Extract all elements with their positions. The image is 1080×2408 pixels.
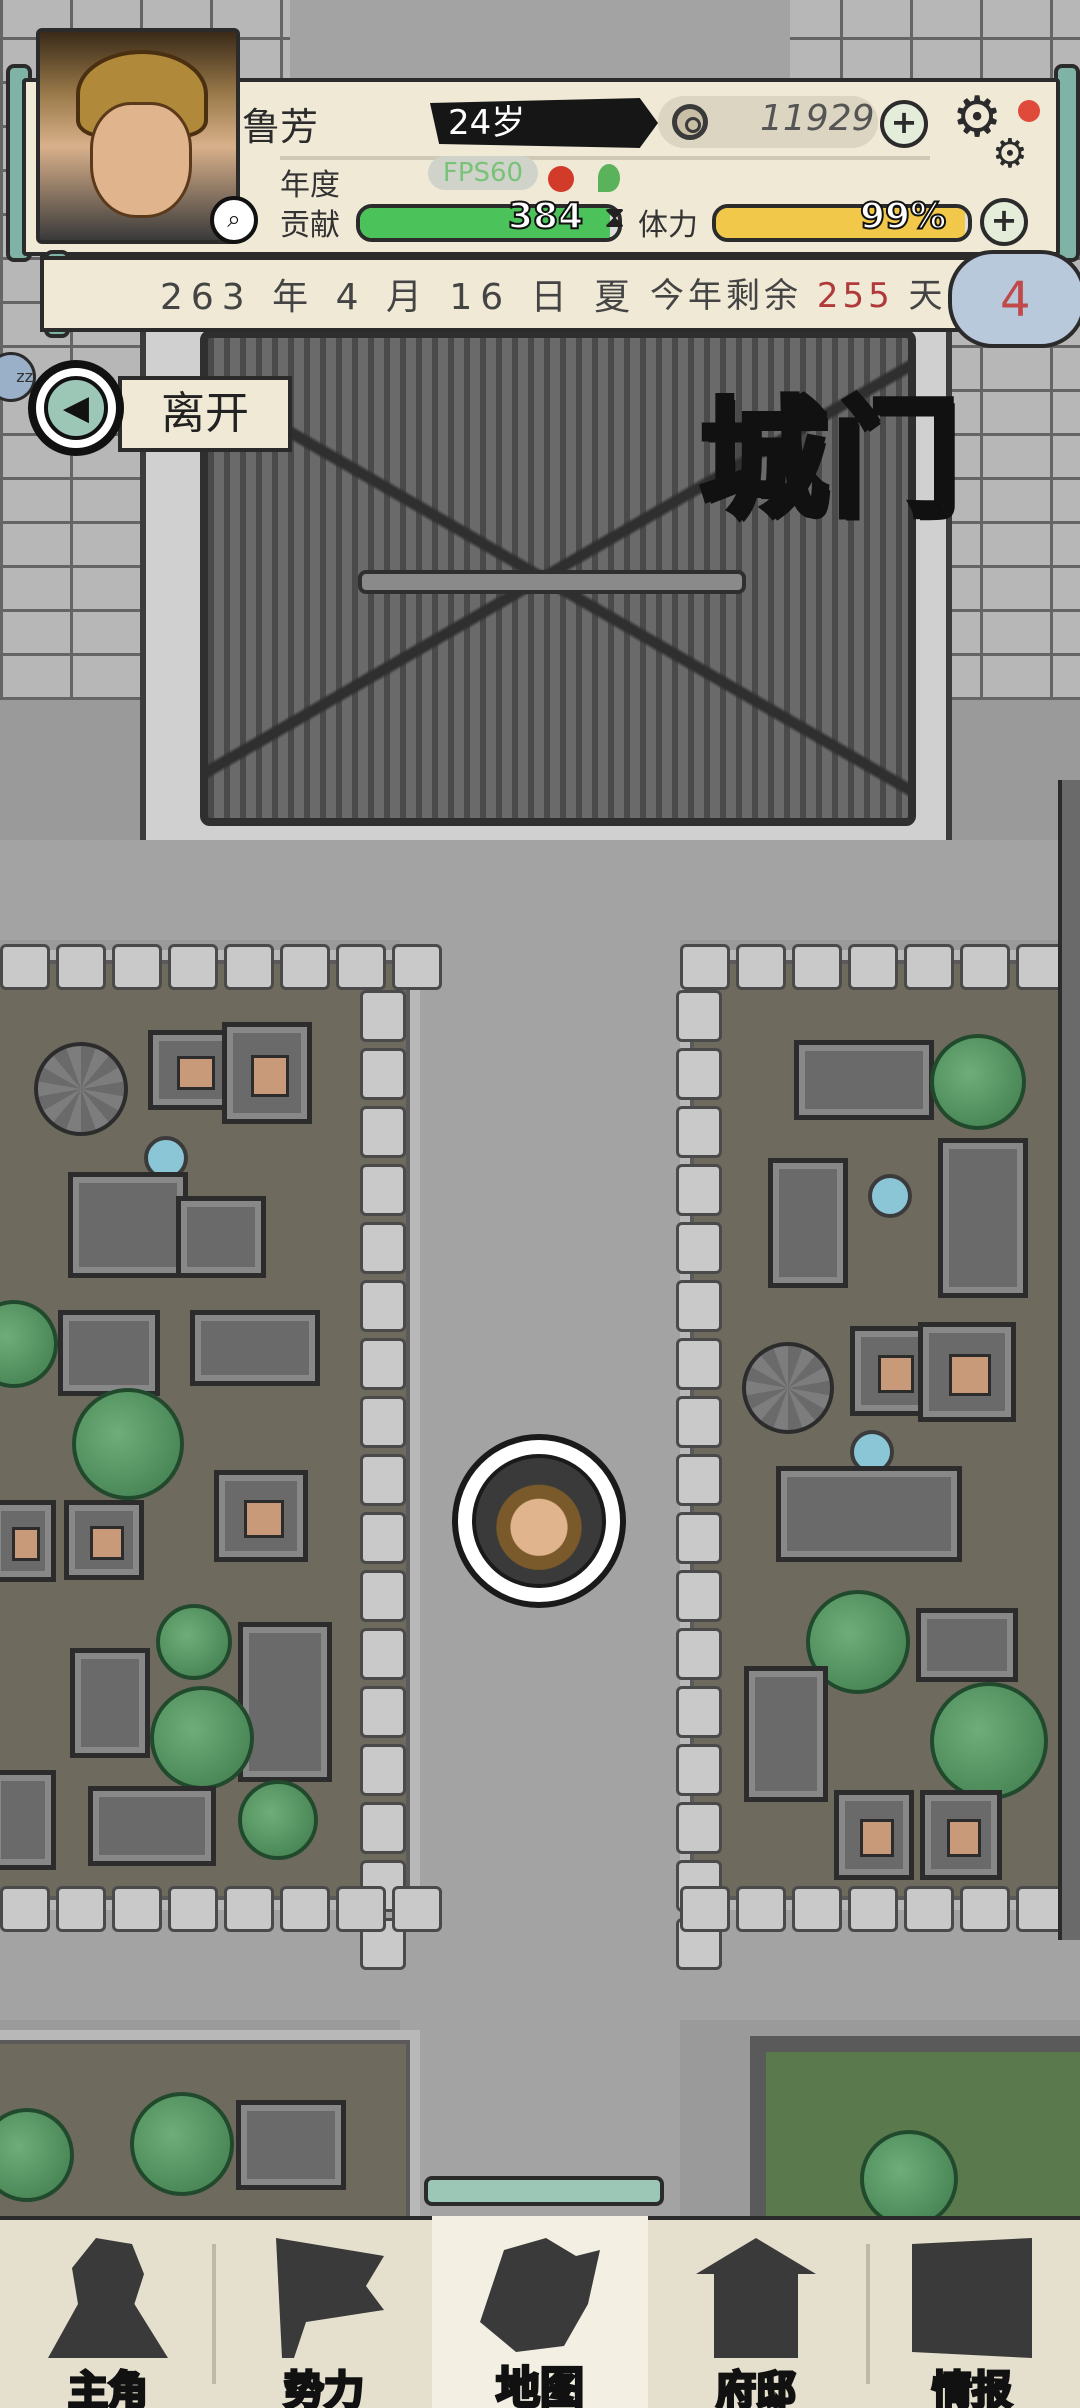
house bbox=[794, 1040, 934, 1120]
house bbox=[834, 1790, 914, 1880]
house bbox=[776, 1466, 962, 1562]
player-avatar-icon bbox=[472, 1454, 606, 1588]
house bbox=[918, 1322, 1016, 1422]
map-tab-scroll-cap bbox=[424, 2176, 664, 2206]
back-arrow-icon: ◀ bbox=[44, 376, 108, 440]
round-hut bbox=[34, 1042, 128, 1136]
stone-row-right-bottom bbox=[680, 1886, 1080, 1932]
stone-col-right bbox=[676, 990, 722, 1976]
contribution-value: 384 bbox=[507, 195, 584, 238]
map-icon bbox=[480, 2238, 600, 2352]
face-icon bbox=[90, 102, 192, 218]
tree bbox=[150, 1686, 254, 1790]
nav-hero[interactable]: 主角 bbox=[0, 2216, 216, 2408]
nav-intel[interactable]: 情报 bbox=[864, 2216, 1080, 2408]
nav-label: 势力 bbox=[283, 2367, 366, 2408]
house bbox=[236, 2100, 346, 2190]
stone-row-left-top bbox=[0, 944, 448, 990]
player-name: 鲁芳 bbox=[242, 105, 319, 149]
house bbox=[768, 1158, 848, 1288]
house bbox=[64, 1500, 144, 1580]
house bbox=[744, 1666, 828, 1802]
house bbox=[238, 1622, 332, 1782]
house bbox=[0, 1770, 56, 1870]
house bbox=[190, 1310, 320, 1386]
nav-faction[interactable]: 势力 bbox=[216, 2216, 432, 2408]
house bbox=[88, 1786, 216, 1866]
settings-gear-icon[interactable]: ⚙ ⚙ bbox=[952, 88, 1032, 178]
house bbox=[68, 1172, 188, 1278]
notification-dot bbox=[1018, 100, 1040, 122]
nav-mansion[interactable]: 府邸 bbox=[648, 2216, 864, 2408]
east-wall bbox=[1058, 780, 1080, 1940]
nav-label: 地图 bbox=[495, 2362, 586, 2408]
fps-indicator: FPS60 bbox=[428, 156, 538, 190]
stamina-label: 体力 bbox=[638, 208, 698, 243]
player-map-token[interactable] bbox=[452, 1434, 626, 1608]
current-date: 263 年 4 月 16 日 夏 bbox=[160, 277, 639, 318]
tree bbox=[930, 1034, 1026, 1130]
scroll-icon bbox=[912, 2238, 1032, 2358]
cloud-event-count: 4 bbox=[1000, 272, 1031, 328]
tree bbox=[238, 1780, 318, 1860]
well bbox=[868, 1174, 912, 1218]
house bbox=[222, 1022, 312, 1124]
top-road bbox=[290, 0, 790, 80]
nav-label: 主角 bbox=[67, 2367, 150, 2408]
stone-row-left-bottom bbox=[0, 1886, 448, 1932]
add-stamina-button[interactable]: + bbox=[980, 198, 1028, 246]
hero-icon bbox=[48, 2238, 168, 2358]
days-remaining-value: 255 bbox=[816, 276, 894, 316]
location-title: 城门 bbox=[697, 382, 965, 538]
tree bbox=[860, 2130, 958, 2228]
tree bbox=[72, 1388, 184, 1500]
house bbox=[70, 1648, 150, 1758]
header-divider bbox=[280, 156, 930, 160]
house bbox=[58, 1310, 160, 1396]
contribution-label: 贡献 bbox=[280, 208, 340, 243]
nav-map[interactable]: 地图 bbox=[432, 2216, 648, 2408]
red-status-icon bbox=[548, 166, 574, 192]
mansion-icon bbox=[696, 2238, 816, 2358]
leave-button[interactable]: 离开 bbox=[118, 376, 292, 452]
year-label: 年度 bbox=[280, 168, 340, 203]
house bbox=[938, 1138, 1028, 1298]
stamina-value: 99% bbox=[859, 195, 947, 238]
house bbox=[916, 1608, 1018, 1682]
days-remaining: 今年剩余 255 天 bbox=[650, 268, 947, 317]
tree bbox=[156, 1604, 232, 1680]
game-screen: 城门 ⌕ 鲁芳 24岁 11929 + ⚙ ⚙ 年度 FPS60 贡献 384 ⧗… bbox=[0, 0, 1080, 2408]
house bbox=[0, 1500, 56, 1582]
add-currency-button[interactable]: + bbox=[880, 100, 928, 148]
coin-icon bbox=[672, 104, 708, 140]
back-button[interactable]: ◀ bbox=[28, 360, 124, 456]
nav-label: 情报 bbox=[931, 2367, 1014, 2408]
stone-col-left bbox=[360, 990, 406, 1976]
age-badge: 24岁 bbox=[430, 98, 658, 148]
player-portrait[interactable] bbox=[36, 28, 240, 244]
house bbox=[214, 1470, 308, 1562]
house bbox=[176, 1196, 266, 1278]
stone-row-right-top bbox=[680, 944, 1080, 990]
search-button[interactable]: ⌕ bbox=[210, 196, 258, 244]
round-hut bbox=[742, 1342, 834, 1434]
nav-label: 府邸 bbox=[715, 2367, 798, 2408]
green-pin-icon bbox=[598, 164, 620, 192]
tree bbox=[930, 1682, 1048, 1800]
days-remaining-prefix: 今年剩余 bbox=[650, 276, 802, 316]
days-remaining-suffix: 天 bbox=[908, 276, 947, 316]
currency-value: 11929 bbox=[760, 98, 875, 139]
flag-icon bbox=[276, 2238, 384, 2358]
hourglass-icon: ⧗ bbox=[604, 200, 626, 235]
tree bbox=[130, 2092, 234, 2196]
house bbox=[920, 1790, 1002, 1880]
